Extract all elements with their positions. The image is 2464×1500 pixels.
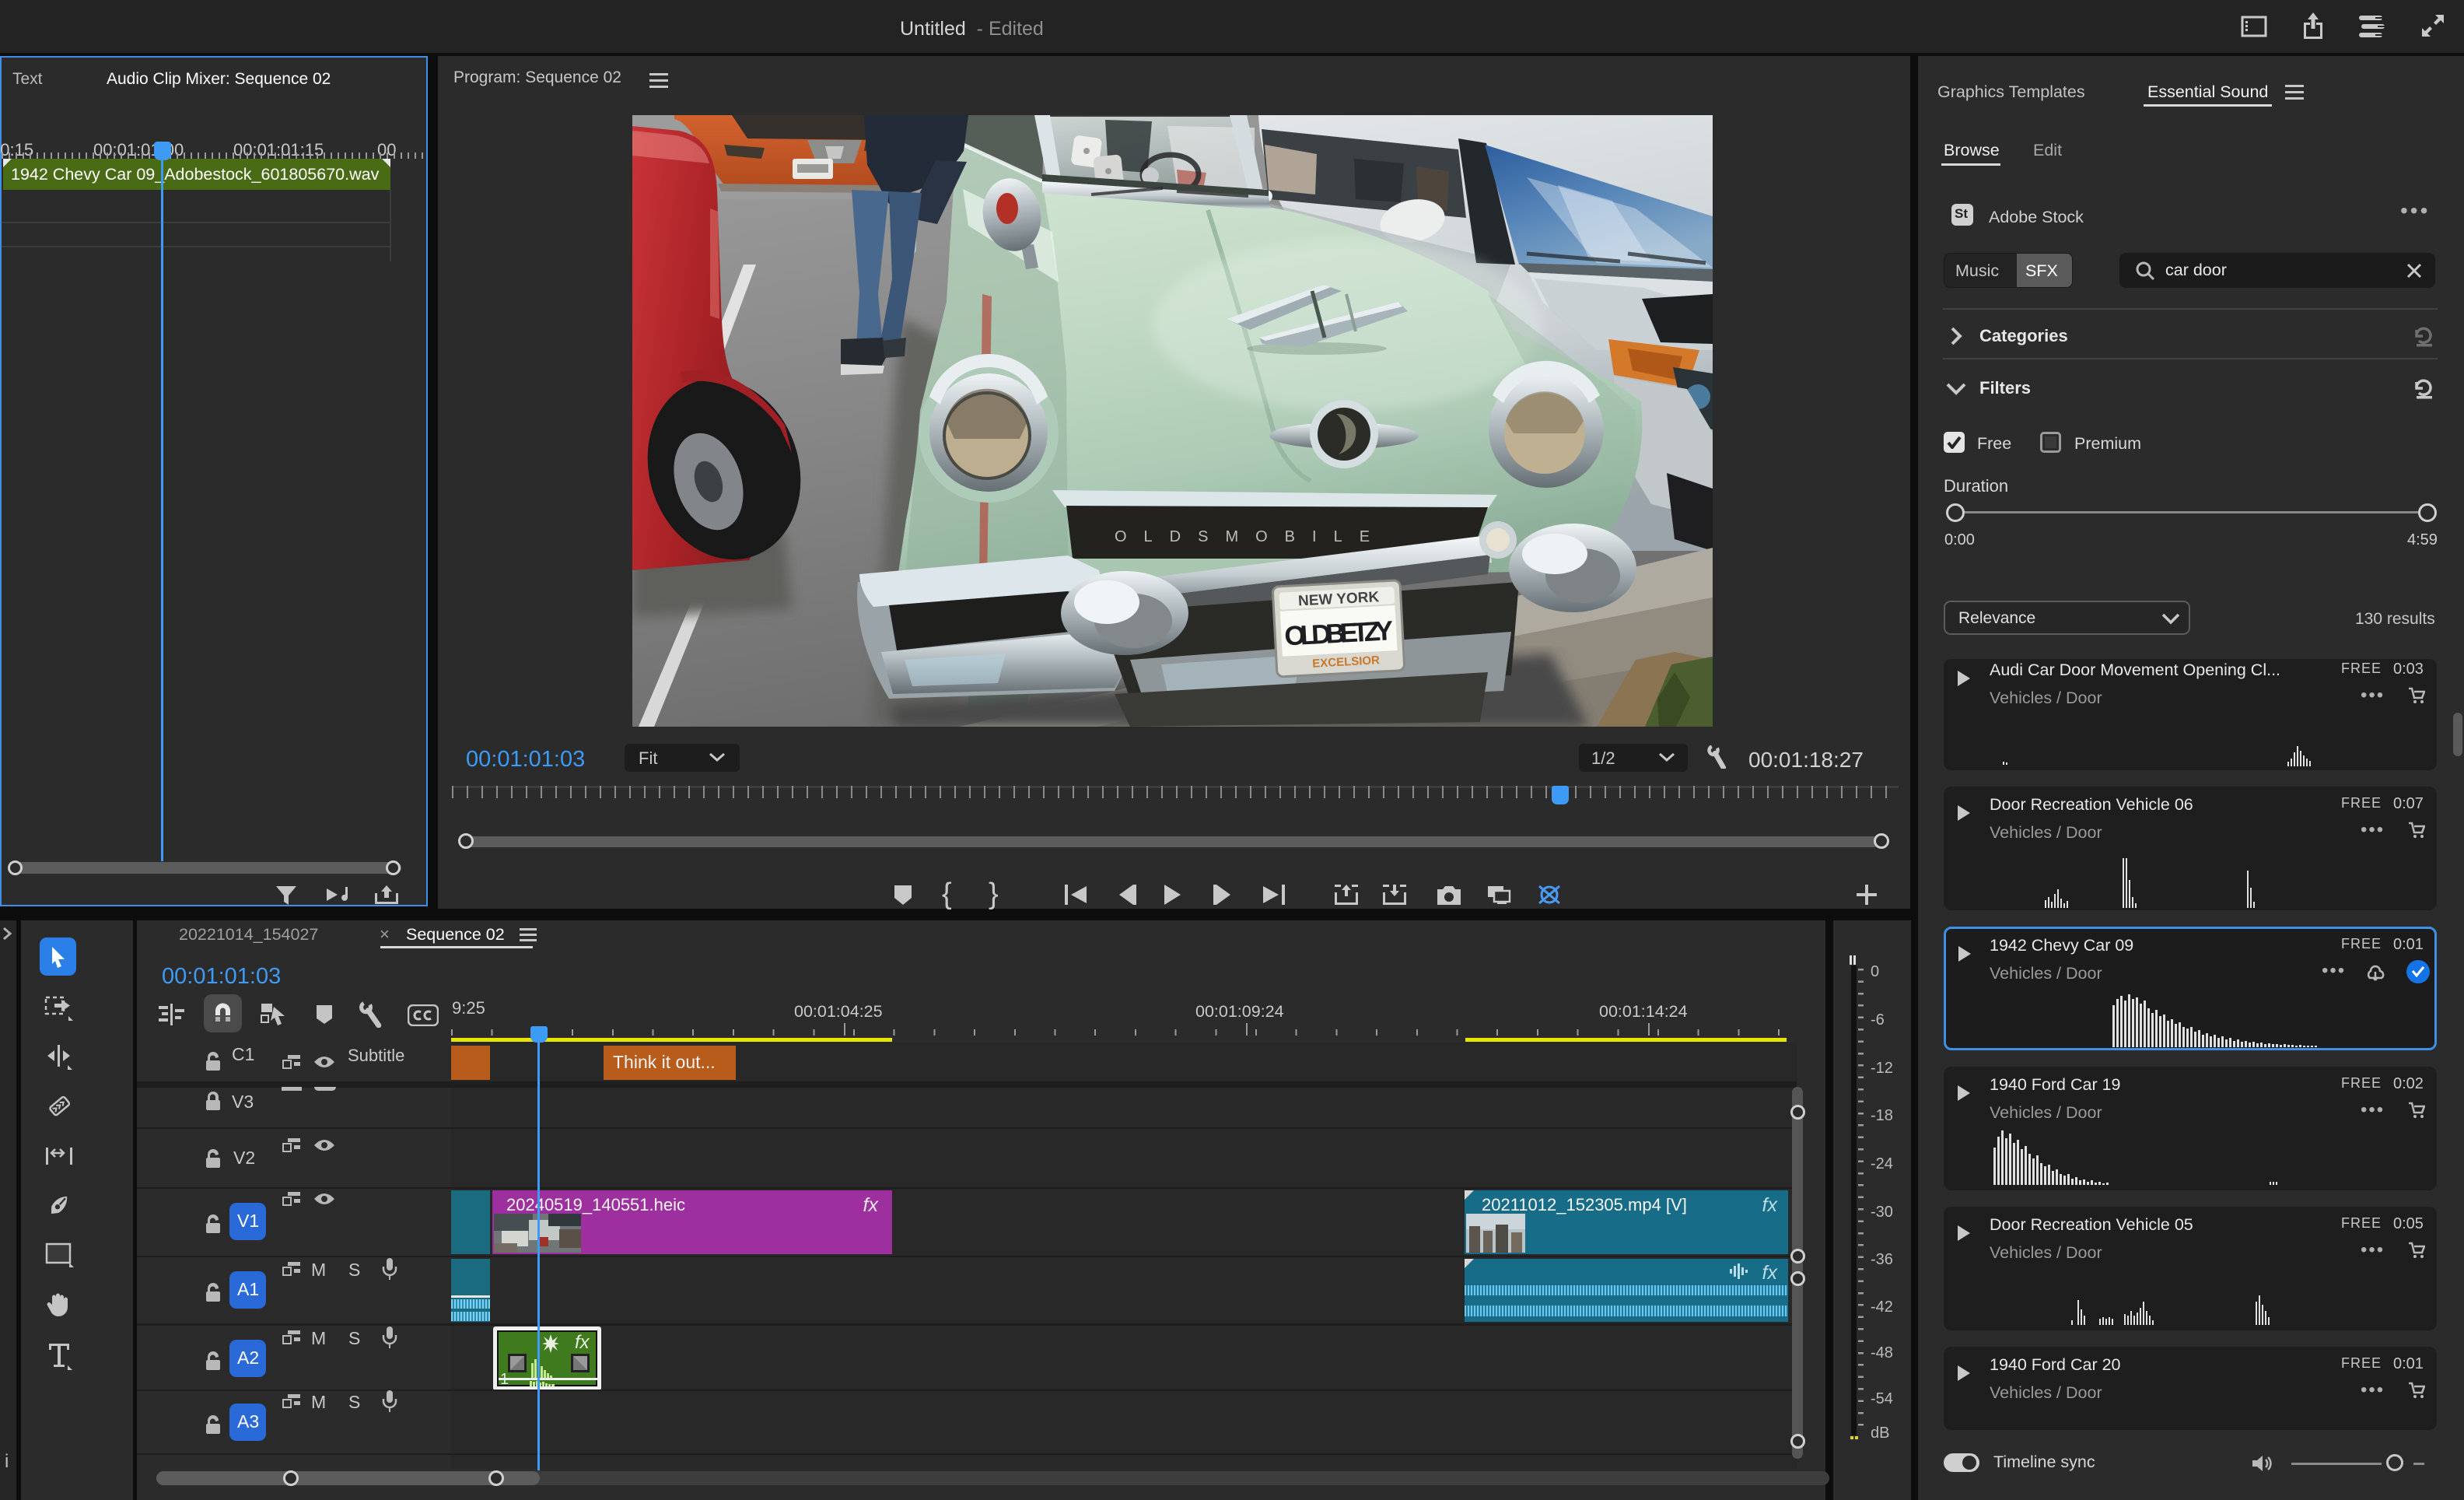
svg-text:OLDBETZY: OLDBETZY	[1283, 615, 1394, 651]
svg-text:OLDSMOBILE: OLDSMOBILE	[1115, 528, 1387, 545]
